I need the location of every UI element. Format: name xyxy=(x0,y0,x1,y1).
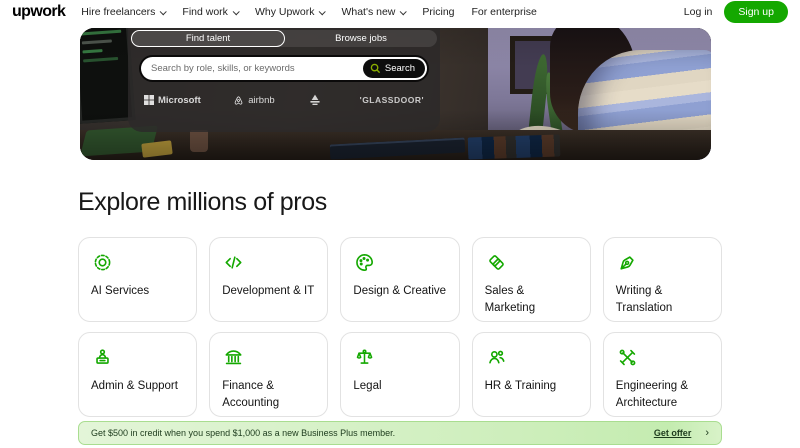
talent-jobs-tab-strip: Find talent Browse jobs xyxy=(131,30,437,47)
search-button-label: Search xyxy=(384,63,415,74)
nav-item-why-upwork[interactable]: Why Upwork xyxy=(254,6,327,18)
upwork-logo[interactable]: upwork xyxy=(12,3,66,21)
search-button[interactable]: Search xyxy=(362,59,425,78)
glassdoor-logo-text: 'GLASSDOOR' xyxy=(359,95,424,105)
login-link[interactable]: Log in xyxy=(684,6,713,18)
nav-item-label: Why Upwork xyxy=(254,6,315,18)
category-label: Writing & Translation xyxy=(615,285,673,314)
nav-item-for-enterprise[interactable]: For enterprise xyxy=(472,6,537,18)
nav-item-label: For enterprise xyxy=(471,6,537,18)
nav-item-find-work[interactable]: Find work xyxy=(182,6,240,18)
engineering-architecture-icon xyxy=(619,349,636,366)
brand-microsoft: Microsoft xyxy=(144,95,201,106)
category-label: Design & Creative xyxy=(353,285,447,297)
hero-search-bar: Search xyxy=(141,57,427,80)
search-icon xyxy=(370,63,381,74)
category-card-development-it[interactable]: Development & IT xyxy=(209,237,329,322)
category-label: AI Services xyxy=(91,285,150,297)
chevron-down-icon xyxy=(400,7,408,15)
hr-training-icon xyxy=(488,350,505,364)
airbnb-logo-icon xyxy=(234,95,243,105)
nav-item-label: Pricing xyxy=(422,6,455,18)
nav-item-label: Find work xyxy=(182,6,228,18)
brand-glassdoor: 'GLASSDOOR' xyxy=(360,95,424,105)
search-input[interactable] xyxy=(141,63,363,74)
category-card-design-creative[interactable]: Design & Creative xyxy=(340,237,460,322)
category-card-ai-services[interactable]: AI Services xyxy=(78,237,198,322)
category-label: Sales & Marketing xyxy=(484,285,536,314)
nav-menu: Hire freelancers Find work Why Upwork Wh… xyxy=(81,6,537,18)
brand-label: airbnb xyxy=(248,94,275,106)
promo-banner: Get $500 in credit when you spend $1,000… xyxy=(78,421,722,445)
writing-translation-icon xyxy=(620,256,634,270)
nav-item-pricing[interactable]: Pricing xyxy=(422,6,454,18)
hero-search-panel: Find talent Browse jobs Search Microsoft… xyxy=(128,28,440,132)
development-it-icon xyxy=(225,256,242,269)
chevron-down-icon xyxy=(319,7,327,15)
brand-label: Microsoft xyxy=(158,94,201,106)
category-label: Finance & Accounting xyxy=(222,380,280,409)
category-label: HR & Training xyxy=(484,380,557,392)
chevron-down-icon xyxy=(232,7,240,15)
category-label: Development & IT xyxy=(222,285,315,297)
category-label: Engineering & Architecture xyxy=(615,380,689,409)
design-creative-icon xyxy=(356,254,374,271)
tab-browse-jobs[interactable]: Browse jobs xyxy=(285,30,437,47)
category-card-legal[interactable]: Legal xyxy=(340,332,460,417)
brand-logos-row: Microsoft airbnb 'GLASSDOOR' xyxy=(144,94,424,106)
category-card-engineering-architecture[interactable]: Engineering & Architecture xyxy=(602,332,722,417)
get-offer-link[interactable]: Get offer xyxy=(654,428,692,438)
tab-find-talent[interactable]: Find talent xyxy=(131,30,285,47)
top-nav: upwork Hire freelancers Find work Why Up… xyxy=(0,0,800,24)
hero-banner: Find talent Browse jobs Search Microsoft… xyxy=(80,28,711,160)
microsoft-logo-icon xyxy=(144,95,154,105)
brand-airbnb: airbnb xyxy=(233,94,275,106)
signup-button[interactable]: Sign up xyxy=(724,1,788,23)
abstract-brand-mark-icon xyxy=(310,94,320,105)
admin-support-icon xyxy=(96,349,109,364)
category-label: Legal xyxy=(353,380,382,392)
nav-item-label: What's new xyxy=(341,6,396,18)
chevron-right-icon[interactable]: › xyxy=(705,427,709,439)
ai-services-icon xyxy=(94,254,111,271)
page-title: Explore millions of pros xyxy=(78,188,327,216)
brand-unidentified xyxy=(307,94,327,106)
category-card-writing-translation[interactable]: Writing & Translation xyxy=(602,237,722,322)
nav-item-label: Hire freelancers xyxy=(81,6,156,18)
category-card-admin-support[interactable]: Admin & Support xyxy=(78,332,198,417)
chevron-down-icon xyxy=(160,7,168,15)
category-grid: AI Services Development & IT Design & Cr… xyxy=(78,237,722,417)
category-card-hr-training[interactable]: HR & Training xyxy=(471,332,591,417)
category-label: Admin & Support xyxy=(91,380,178,392)
finance-accounting-icon xyxy=(225,350,242,365)
category-card-finance-accounting[interactable]: Finance & Accounting xyxy=(209,332,329,417)
nav-item-hire-freelancers[interactable]: Hire freelancers xyxy=(81,6,168,18)
promo-banner-text: Get $500 in credit when you spend $1,000… xyxy=(91,428,396,438)
sales-marketing-icon xyxy=(488,255,504,270)
legal-icon xyxy=(357,349,373,364)
nav-item-whats-new[interactable]: What's new xyxy=(341,6,408,18)
category-card-sales-marketing[interactable]: Sales & Marketing xyxy=(471,237,591,322)
